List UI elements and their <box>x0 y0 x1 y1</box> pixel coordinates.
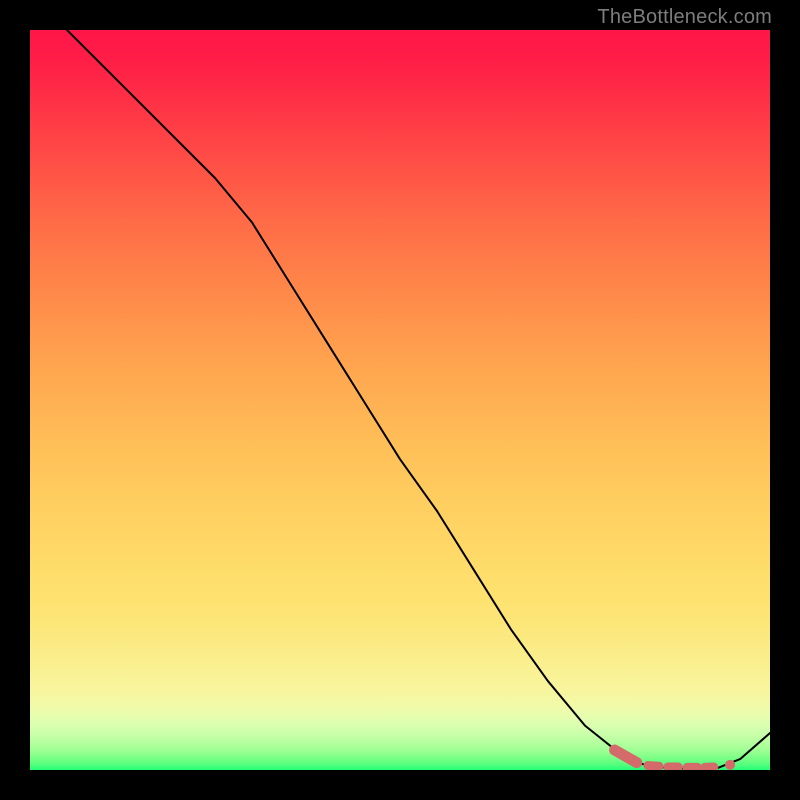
plot-gradient-background <box>30 30 770 770</box>
chart-container: TheBottleneck.com <box>0 0 800 800</box>
attribution-text: TheBottleneck.com <box>597 6 772 29</box>
